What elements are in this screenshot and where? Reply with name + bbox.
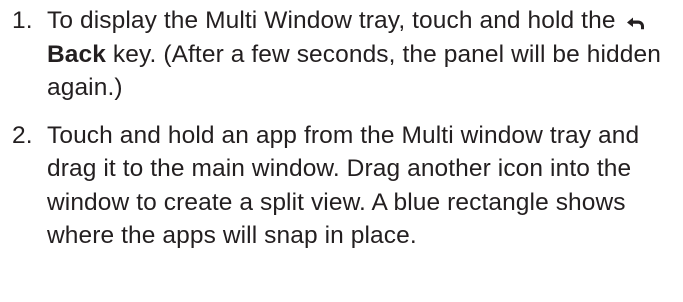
step-text-before-icon: To display the Multi Window tray, touch … <box>47 7 616 34</box>
instruction-list: 1. To display the Multi Window tray, tou… <box>12 4 680 253</box>
step-number: 1. <box>12 7 33 34</box>
back-key-label: Back <box>47 40 106 68</box>
step-text: Touch and hold an app from the Multi win… <box>47 121 640 250</box>
step-text-after-icon: key. (After a few seconds, the panel wil… <box>47 40 661 102</box>
step-2: 2. Touch and hold an app from the Multi … <box>12 119 680 253</box>
step-text: To display the Multi Window tray, touch … <box>47 4 680 105</box>
step-number: 2. <box>12 121 33 149</box>
back-arrow-icon <box>624 15 646 31</box>
step-1: 1. To display the Multi Window tray, tou… <box>12 4 680 105</box>
